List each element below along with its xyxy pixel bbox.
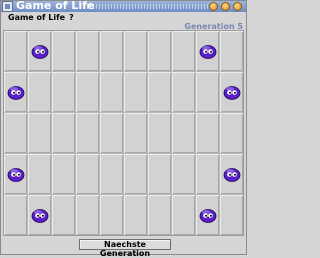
creature-icon — [223, 86, 240, 100]
board-cell[interactable] — [76, 195, 99, 235]
board-cell[interactable] — [124, 154, 147, 194]
board-cell[interactable] — [52, 72, 75, 112]
creature-icon — [199, 209, 216, 223]
board-cell[interactable] — [100, 113, 123, 153]
board-cell[interactable] — [148, 195, 171, 235]
board-cell[interactable] — [76, 72, 99, 112]
board-cell[interactable] — [4, 195, 27, 235]
board-cell[interactable] — [76, 113, 99, 153]
creature-icon — [7, 168, 24, 182]
board-cell[interactable] — [28, 31, 51, 71]
board-cell[interactable] — [28, 72, 51, 112]
board-cell[interactable] — [196, 72, 219, 112]
board-cell[interactable] — [196, 195, 219, 235]
app-icon[interactable] — [2, 1, 13, 12]
maximize-button[interactable] — [221, 2, 230, 11]
board-cell[interactable] — [196, 113, 219, 153]
board-cell[interactable] — [52, 154, 75, 194]
close-button[interactable] — [233, 2, 242, 11]
minimize-button[interactable] — [209, 2, 218, 11]
board-cell[interactable] — [100, 31, 123, 71]
board-cell[interactable] — [52, 195, 75, 235]
life-board — [3, 30, 244, 236]
game-of-life-window: Game of Life Game of Life ? Generation 5… — [0, 0, 247, 258]
board-cell[interactable] — [148, 113, 171, 153]
board-cell[interactable] — [4, 72, 27, 112]
board-cell[interactable] — [4, 31, 27, 71]
title-bar[interactable]: Game of Life — [1, 0, 246, 12]
board-cell[interactable] — [28, 154, 51, 194]
window-title: Game of Life — [16, 0, 95, 12]
board-cell[interactable] — [124, 31, 147, 71]
menu-game-of-life[interactable]: Game of Life — [8, 12, 65, 23]
board-cell[interactable] — [148, 31, 171, 71]
creature-icon — [7, 86, 24, 100]
board-cell[interactable] — [100, 195, 123, 235]
board-cell[interactable] — [124, 113, 147, 153]
board-cell[interactable] — [196, 154, 219, 194]
board-cell[interactable] — [220, 113, 243, 153]
board-cell[interactable] — [172, 113, 195, 153]
board-cell[interactable] — [148, 154, 171, 194]
board-cell[interactable] — [28, 195, 51, 235]
board-cell[interactable] — [172, 195, 195, 235]
board-cell[interactable] — [172, 154, 195, 194]
board-cell[interactable] — [4, 154, 27, 194]
board-cell[interactable] — [100, 72, 123, 112]
creature-icon — [199, 45, 216, 59]
creature-icon — [223, 168, 240, 182]
board-cell[interactable] — [220, 31, 243, 71]
board-cell[interactable] — [76, 154, 99, 194]
board-cell[interactable] — [28, 113, 51, 153]
next-generation-button[interactable]: Naechste Generation — [79, 239, 171, 258]
board-cell[interactable] — [220, 72, 243, 112]
board-cell[interactable] — [124, 72, 147, 112]
board-cell[interactable] — [172, 72, 195, 112]
board-cell[interactable] — [220, 154, 243, 194]
title-bar-grip — [87, 4, 208, 9]
board-cell[interactable] — [172, 31, 195, 71]
board-cell[interactable] — [52, 31, 75, 71]
board-cell[interactable] — [76, 31, 99, 71]
board-cell[interactable] — [52, 113, 75, 153]
board-cell[interactable] — [148, 72, 171, 112]
board-cell[interactable] — [196, 31, 219, 71]
creature-icon — [31, 209, 48, 223]
menu-help[interactable]: ? — [69, 12, 74, 23]
board-cell[interactable] — [220, 195, 243, 235]
board-cell[interactable] — [124, 195, 147, 235]
board-cell[interactable] — [4, 113, 27, 153]
board-cell[interactable] — [100, 154, 123, 194]
creature-icon — [31, 45, 48, 59]
